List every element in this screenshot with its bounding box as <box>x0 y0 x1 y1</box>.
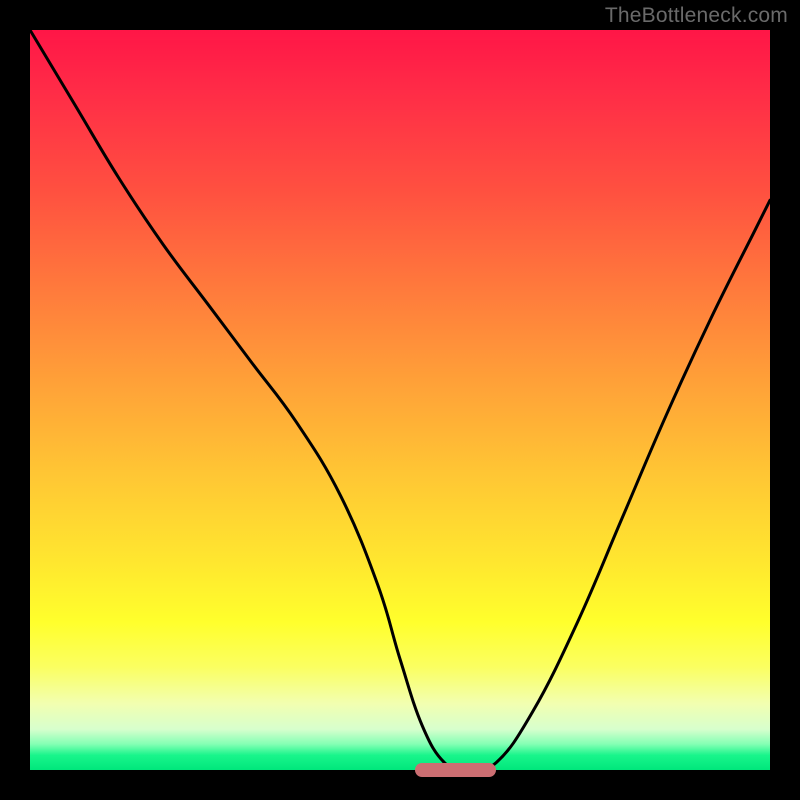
watermark-text: TheBottleneck.com <box>605 4 788 28</box>
chart-frame: TheBottleneck.com <box>0 0 800 800</box>
curve-svg <box>30 30 770 770</box>
plot-area <box>30 30 770 770</box>
optimal-marker <box>415 763 496 777</box>
bottleneck-curve <box>30 30 770 770</box>
